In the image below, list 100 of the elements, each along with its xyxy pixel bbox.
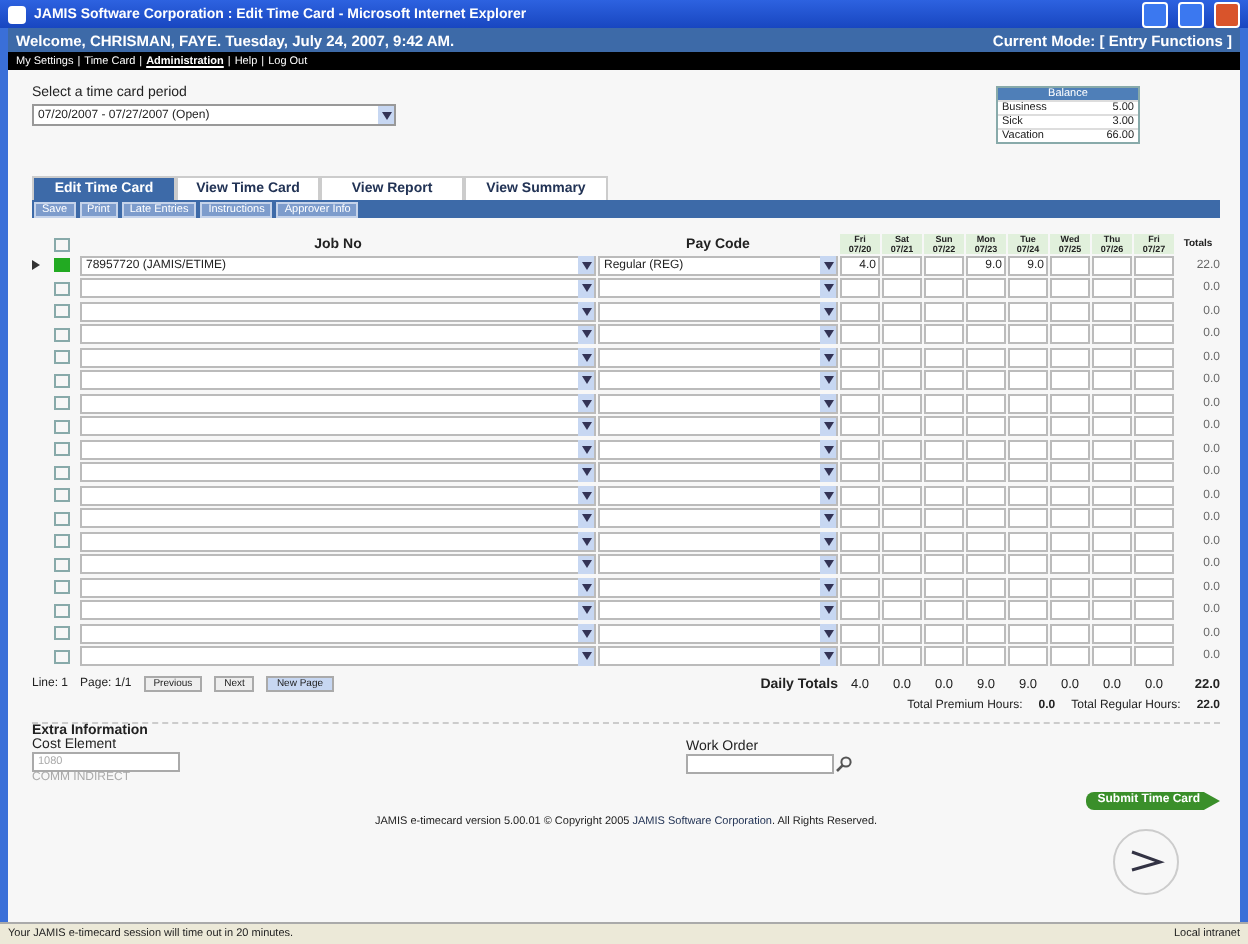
hours-field[interactable] [966,485,1006,506]
hours-field[interactable] [1008,600,1048,621]
dropdown-icon[interactable] [820,647,836,666]
hours-field[interactable] [1092,439,1132,460]
hours-field[interactable] [882,416,922,437]
hours-field[interactable] [840,577,880,598]
dropdown-icon[interactable] [578,463,594,482]
hours-field[interactable] [1134,393,1174,414]
hours-field[interactable] [882,301,922,322]
dropdown-icon[interactable] [578,348,594,367]
hours-field[interactable] [882,485,922,506]
hours-field[interactable] [924,646,964,667]
dropdown-icon[interactable] [578,394,594,413]
dropdown-icon[interactable] [578,532,594,551]
hours-field[interactable] [924,324,964,345]
hours-field[interactable] [840,347,880,368]
dropdown-icon[interactable] [578,417,594,436]
hours-field[interactable] [966,347,1006,368]
hours-field[interactable] [1134,577,1174,598]
hours-field[interactable] [1092,554,1132,575]
hours-field[interactable] [882,623,922,644]
hours-field[interactable] [924,554,964,575]
hours-field[interactable] [1092,462,1132,483]
work-order-field[interactable] [686,754,834,774]
hours-field[interactable] [966,600,1006,621]
hours-field[interactable] [1050,462,1090,483]
hours-field[interactable] [840,623,880,644]
dropdown-icon[interactable] [820,601,836,620]
hours-field[interactable] [1008,370,1048,391]
hours-field[interactable] [1050,600,1090,621]
hours-field[interactable] [1092,370,1132,391]
hours-field[interactable] [1092,416,1132,437]
hours-field[interactable] [1050,255,1090,276]
hours-field[interactable] [882,278,922,299]
hours-field[interactable] [966,278,1006,299]
hours-field[interactable] [840,531,880,552]
dropdown-icon[interactable] [820,624,836,643]
dropdown-icon[interactable] [820,555,836,574]
dropdown-icon[interactable] [820,325,836,344]
hours-field[interactable] [924,278,964,299]
hours-field[interactable] [882,600,922,621]
dropdown-icon[interactable] [578,486,594,505]
hours-field[interactable] [924,301,964,322]
hours-field[interactable] [840,439,880,460]
dropdown-icon[interactable] [820,578,836,597]
hours-field[interactable] [1050,508,1090,529]
hours-field[interactable] [1134,439,1174,460]
hours-field[interactable] [1092,301,1132,322]
hours-field[interactable] [966,646,1006,667]
hours-field[interactable] [1008,646,1048,667]
hours-field[interactable] [1134,508,1174,529]
hours-field[interactable] [1008,554,1048,575]
hours-field[interactable] [1008,393,1048,414]
hours-field[interactable] [1092,646,1132,667]
hours-field[interactable] [1008,301,1048,322]
hours-field[interactable] [882,393,922,414]
hours-field[interactable] [1050,393,1090,414]
hours-field[interactable] [840,370,880,391]
hours-field[interactable] [966,508,1006,529]
dropdown-icon[interactable] [578,440,594,459]
hours-field[interactable] [840,393,880,414]
hours-field[interactable] [924,370,964,391]
dropdown-icon[interactable] [578,624,594,643]
hours-field[interactable] [924,439,964,460]
hours-field[interactable] [1008,623,1048,644]
hours-field[interactable] [1092,324,1132,345]
hours-field[interactable] [1134,600,1174,621]
hours-field[interactable] [924,531,964,552]
hours-field[interactable] [1008,416,1048,437]
hours-field[interactable] [1134,255,1174,276]
hours-field[interactable] [882,577,922,598]
hours-field[interactable] [1092,531,1132,552]
hours-field[interactable] [1050,531,1090,552]
hours-field[interactable] [1092,623,1132,644]
hours-field[interactable] [924,485,964,506]
hours-field[interactable] [840,462,880,483]
hours-field[interactable] [1134,278,1174,299]
hours-field[interactable] [1134,623,1174,644]
hours-field[interactable] [1092,485,1132,506]
hours-field[interactable] [840,416,880,437]
hours-field[interactable] [1050,301,1090,322]
hours-field[interactable] [1050,347,1090,368]
hours-field[interactable] [966,301,1006,322]
hours-field[interactable] [924,416,964,437]
hours-field[interactable] [1092,393,1132,414]
hours-field[interactable] [966,324,1006,345]
dropdown-icon[interactable] [820,256,836,275]
dropdown-icon[interactable] [820,486,836,505]
hours-field[interactable] [882,462,922,483]
hours-field[interactable] [1050,623,1090,644]
hours-field[interactable] [1008,278,1048,299]
hours-field[interactable] [924,600,964,621]
search-icon[interactable] [836,756,852,772]
hours-field[interactable] [1134,462,1174,483]
dropdown-icon[interactable] [578,371,594,390]
dropdown-icon[interactable] [820,371,836,390]
hours-field[interactable] [882,439,922,460]
dropdown-icon[interactable] [378,106,394,124]
hours-field[interactable] [924,462,964,483]
hours-field[interactable] [966,370,1006,391]
